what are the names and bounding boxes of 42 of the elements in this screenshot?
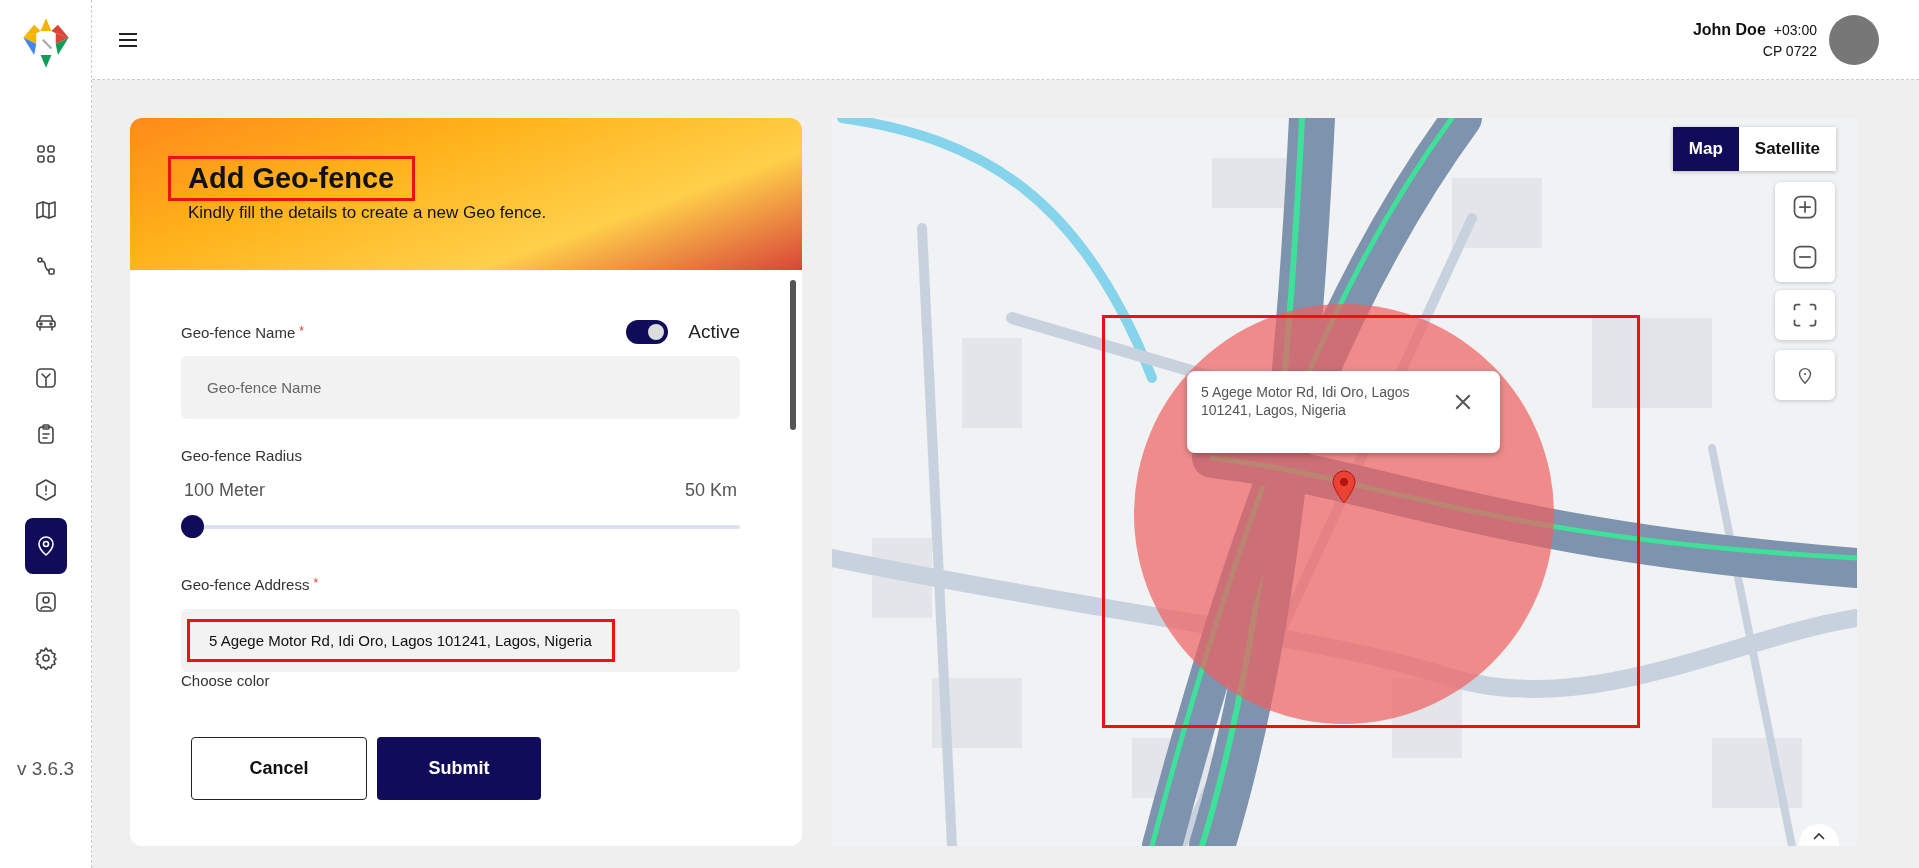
minus-icon — [1791, 243, 1819, 271]
field-label: Geo-fence Name — [181, 323, 296, 341]
sidebar-item[interactable] — [24, 518, 67, 574]
slider-thumb[interactable] — [181, 515, 204, 538]
required-mark: * — [299, 323, 304, 338]
user-name: John Doe — [1692, 20, 1766, 39]
map-view[interactable]: 5 Agege Motor Rd, Idi Oro, Lagos 101241, Lagos, Nigeria Map Satellite — [832, 118, 1857, 846]
submit-button[interactable]: Submit — [377, 737, 541, 800]
map-type-tab[interactable]: Satellite — [1738, 127, 1836, 171]
required-mark: * — [313, 576, 319, 590]
version-label: v 3.6.3 — [16, 758, 74, 780]
close-icon[interactable] — [1454, 393, 1472, 411]
map-icon — [33, 198, 58, 222]
choose-color-label: Choose color — [181, 672, 271, 689]
settings-icon — [33, 646, 58, 670]
map-pin-icon[interactable] — [1332, 470, 1356, 504]
min-label: 100 Meter — [184, 480, 266, 501]
fullscreen-icon — [1791, 301, 1819, 329]
form-title: Add Geo-fence — [168, 156, 416, 201]
user-profile-icon — [33, 590, 58, 614]
cancel-button[interactable]: Cancel — [191, 737, 367, 800]
field-label: Geo-fence Address — [181, 576, 310, 593]
toggle-label: Active — [688, 321, 740, 343]
map-type-tab[interactable]: Map — [1672, 127, 1739, 171]
address-input-field[interactable]: 5 Agege Motor Rd, Idi Oro, Lagos 101241, Lagos, Nigeria — [181, 609, 740, 672]
menu-icon[interactable] — [118, 32, 138, 47]
form-subtitle: Kindly fill the details to create a new Geo fence. — [188, 203, 548, 223]
max-label: 50 Km — [684, 480, 737, 501]
field-label: Geo-fence Radius — [181, 447, 302, 464]
radius-slider-track[interactable] — [181, 515, 740, 538]
name-input-field[interactable]: Geo-fence Name — [181, 356, 740, 419]
active-toggle[interactable] — [626, 320, 669, 344]
popup-text: 5 Agege Motor Rd, Idi Oro, Lagos 101241, Lagos, Nigeria — [1201, 383, 1411, 421]
user-code: CP 0722 — [1762, 42, 1817, 59]
zoom-in-button[interactable] — [1775, 182, 1835, 232]
zoom-out-button[interactable] — [1775, 232, 1835, 282]
avatar[interactable] — [1829, 14, 1879, 65]
plus-icon — [1791, 193, 1819, 221]
chevron-up-icon — [1813, 832, 1825, 840]
timezone-label: +03:00 — [1773, 21, 1817, 38]
alert-icon — [33, 478, 58, 502]
address-value: 5 Agege Motor Rd, Idi Oro, Lagos 101241, Lagos, Nigeria — [187, 619, 615, 662]
